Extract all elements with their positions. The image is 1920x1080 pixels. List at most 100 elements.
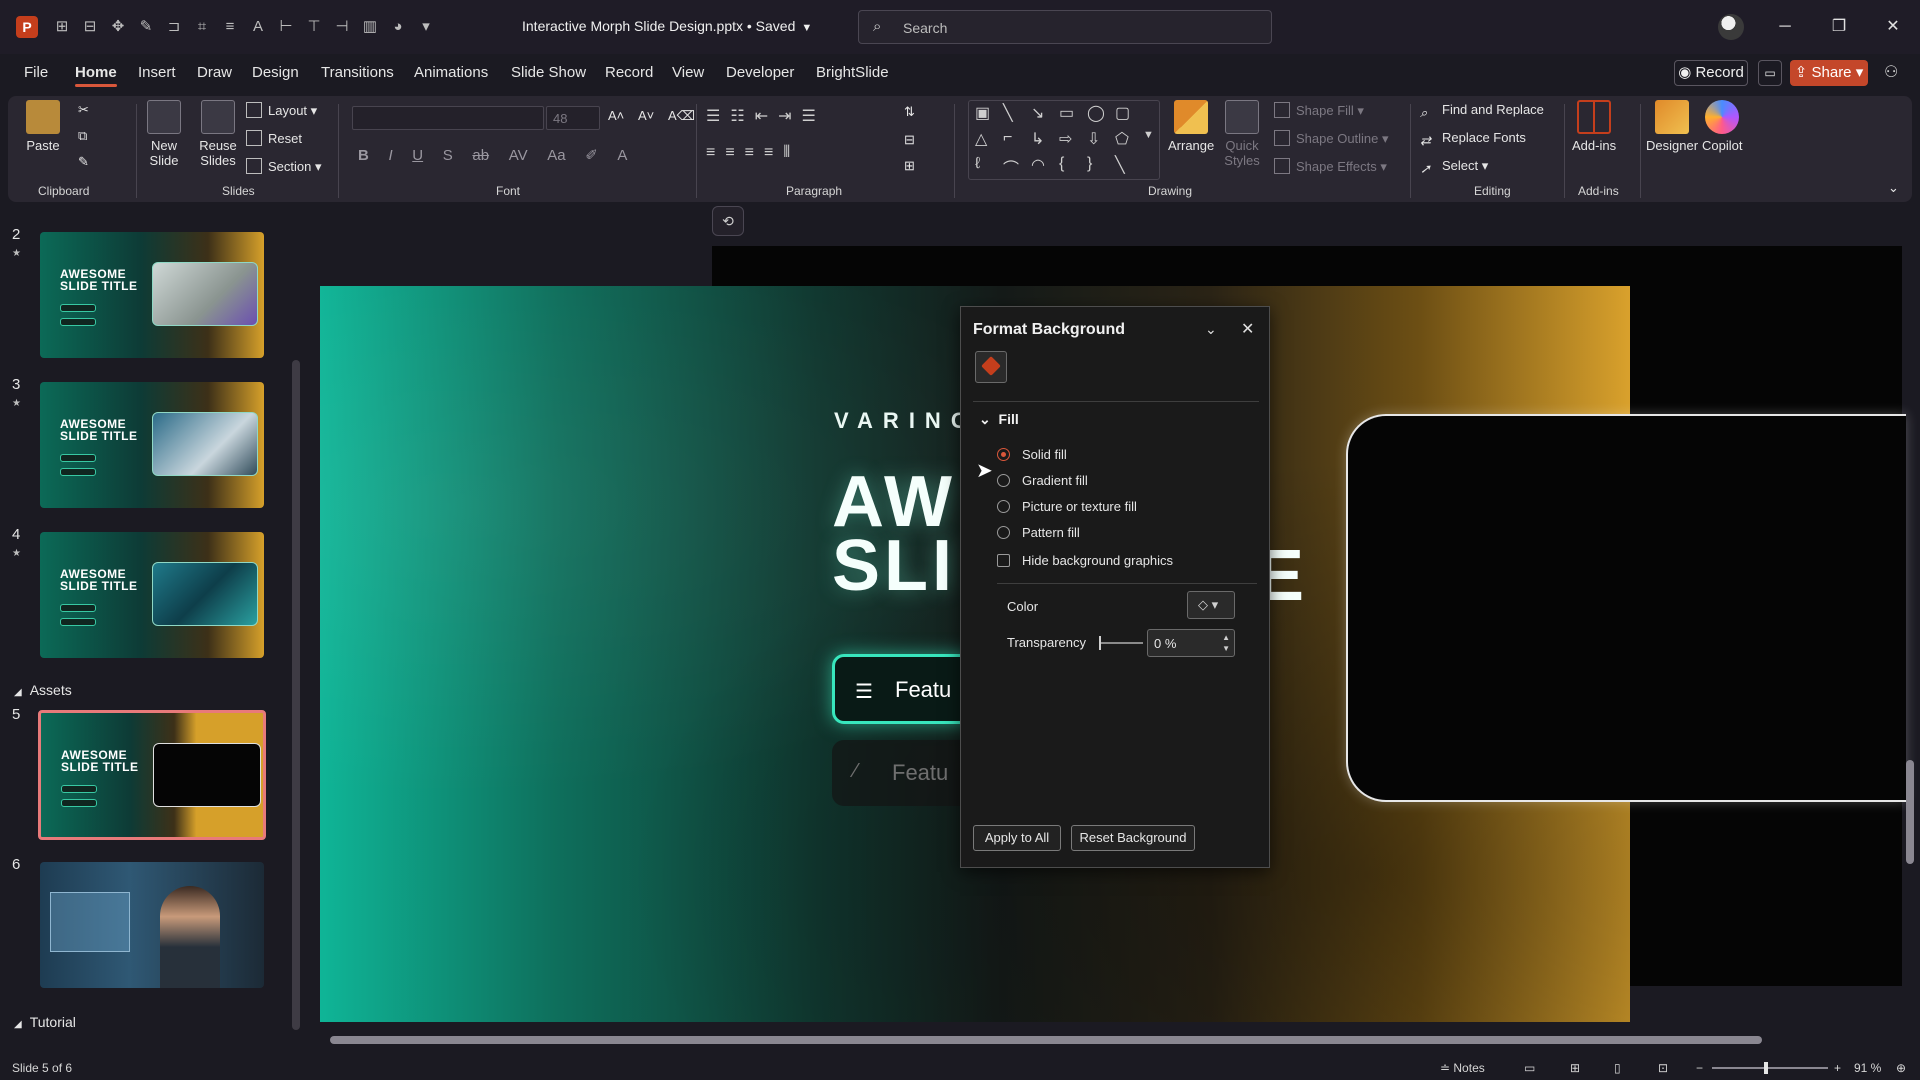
shadow-button[interactable]: S — [443, 147, 453, 164]
pattern-fill-option[interactable]: Pattern fill — [997, 525, 1080, 540]
slide-thumbnail-6[interactable] — [40, 862, 264, 988]
notes-button[interactable]: ≐ Notes — [1440, 1061, 1485, 1075]
distribute-v-icon[interactable]: ⊤ — [304, 16, 324, 38]
solid-fill-option[interactable]: Solid fill — [997, 447, 1067, 462]
change-case-button[interactable]: Aa — [547, 147, 565, 164]
slide-thumbnail-2[interactable]: AWESOME SLIDE TITLE — [40, 232, 264, 358]
arc-icon[interactable]: ◠ — [1031, 155, 1045, 175]
zoom-slider[interactable] — [1712, 1062, 1828, 1074]
elbow-icon[interactable]: ↳ — [1031, 129, 1044, 149]
zoom-level[interactable]: 91 % — [1854, 1061, 1881, 1075]
paste-button[interactable]: Paste — [26, 100, 60, 153]
fill-section-header[interactable]: ⌄ Fill — [979, 411, 1019, 428]
crop-icon[interactable]: ⌗ — [192, 16, 212, 38]
lines-icon[interactable]: ≡ — [220, 16, 240, 38]
copilot-float-icon[interactable]: ⟲ — [712, 206, 744, 236]
coauthor-icon[interactable]: ⚇ — [1884, 62, 1898, 82]
char-spacing-button[interactable]: AV — [509, 147, 528, 164]
shrink-font-icon[interactable]: A˅ — [638, 108, 654, 123]
slide-sorter-icon[interactable]: ⊞ — [1570, 1061, 1580, 1075]
addins-button[interactable]: Add-ins — [1572, 100, 1616, 153]
gradient-fill-option[interactable]: Gradient fill — [997, 473, 1088, 488]
tab-home[interactable]: Home — [75, 64, 117, 87]
minimize-icon[interactable]: ─ — [1770, 14, 1800, 40]
font-size-input[interactable]: 48 — [546, 106, 600, 130]
underline-button[interactable]: U — [412, 147, 423, 164]
highlight-icon[interactable]: ✐ — [585, 146, 598, 164]
triangle-icon[interactable]: △ — [975, 129, 987, 149]
quick-styles-button[interactable]: Quick Styles — [1222, 100, 1262, 168]
text-icon[interactable]: A — [248, 16, 268, 38]
copilot-button[interactable]: Copilot — [1702, 100, 1742, 153]
distribute-icon[interactable]: ⊢ — [276, 16, 296, 38]
magic-icon[interactable]: ✎ — [136, 16, 156, 38]
slide-thumbnail-3[interactable]: AWESOME SLIDE TITLE — [40, 382, 264, 508]
chevron-down-icon[interactable]: ⌄ — [1205, 321, 1217, 338]
right-arrow-icon[interactable]: ⇨ — [1059, 129, 1072, 149]
down-arrow-icon[interactable]: ⇩ — [1087, 129, 1100, 149]
comments-icon[interactable]: ▭ — [1758, 60, 1782, 86]
collapse-ribbon-icon[interactable]: ⌄ — [1888, 180, 1899, 196]
section-button[interactable]: Section ▾ — [246, 158, 322, 175]
tab-insert[interactable]: Insert — [138, 64, 176, 81]
shape-fill-button[interactable]: Shape Fill ▾ — [1274, 102, 1364, 119]
font-color-icon[interactable]: A — [617, 147, 627, 164]
reuse-slides-button[interactable]: Reuse Slides — [198, 100, 238, 168]
close-icon[interactable]: ✕ — [1241, 319, 1254, 339]
normal-view-icon[interactable]: ▭ — [1524, 1061, 1535, 1075]
document-title[interactable]: Interactive Morph Slide Design.pptx • Sa… — [522, 18, 812, 34]
right-brace-icon[interactable]: } — [1087, 155, 1092, 173]
rounded-rect-icon[interactable]: ▢ — [1115, 103, 1130, 123]
align-right-icon[interactable]: ⊣ — [332, 16, 352, 38]
tab-brightslide[interactable]: BrightSlide — [816, 64, 889, 81]
tab-slide-show[interactable]: Slide Show — [511, 64, 586, 81]
restore-icon[interactable]: ❐ — [1824, 14, 1854, 40]
diagonal-line-icon[interactable]: ╲ — [1115, 155, 1125, 175]
designer-button[interactable]: Designer — [1646, 100, 1698, 153]
replace-fonts-button[interactable]: ⇄ Replace Fonts — [1420, 130, 1526, 149]
curve-icon[interactable]: ⌒ — [1003, 155, 1019, 179]
reset-background-button[interactable]: Reset Background — [1071, 825, 1195, 851]
tab-animations[interactable]: Animations — [414, 64, 488, 81]
spinner-icon[interactable]: ▲ ▼ — [1222, 632, 1230, 654]
italic-button[interactable]: I — [388, 147, 392, 164]
chart-icon[interactable]: ▥ — [360, 16, 380, 38]
fill-tab-icon[interactable] — [975, 351, 1007, 383]
arrange-button[interactable]: Arrange — [1168, 100, 1214, 153]
cut-icon[interactable]: ✂ — [78, 102, 89, 118]
section-assets[interactable]: ◢ Assets — [14, 682, 72, 698]
select-button[interactable]: ➚ Select ▾ — [1420, 158, 1488, 177]
align-text-icon[interactable]: ⊟ — [904, 132, 915, 148]
avatar[interactable] — [1718, 14, 1744, 40]
reset-button[interactable]: Reset — [246, 130, 302, 146]
smartart-icon[interactable]: ⊞ — [904, 158, 915, 174]
thumbnail-scrollbar[interactable] — [292, 360, 300, 1030]
shapes-gallery[interactable]: ▣ ╲ ↘ ▭ ◯ ▢ △ ⌐ ↳ ⇨ ⇩ ⬠ ℓ ⌒ ◠ { } ╲ ▼ — [968, 100, 1160, 180]
tab-view[interactable]: View — [672, 64, 704, 81]
paragraph-align-row[interactable]: ≡≡≡≡⫴ — [706, 144, 800, 162]
paragraph-list-row[interactable]: ☰☷⇤⇥☰ — [706, 106, 826, 126]
clear-format-icon[interactable]: A⌫ — [668, 108, 695, 124]
color-picker-button[interactable]: ◇ ▾ — [1187, 591, 1235, 619]
layout-button[interactable]: Layout ▾ — [246, 102, 317, 119]
fit-slide-icon[interactable]: ⊕ — [1896, 1061, 1906, 1075]
slide-title[interactable]: AW SLI — [832, 466, 956, 602]
close-icon[interactable]: ✕ — [1878, 14, 1908, 40]
pin-icon[interactable]: ⊞ — [52, 16, 72, 38]
format-painter-icon[interactable]: ✎ — [78, 154, 89, 170]
morph-icon[interactable]: ✥ — [108, 16, 128, 38]
search-box[interactable]: ⌕ Search — [858, 10, 1272, 44]
strikethrough-button[interactable]: ab — [472, 147, 489, 164]
horizontal-scrollbar[interactable] — [330, 1036, 1762, 1044]
connector-icon[interactable]: ⌐ — [1003, 129, 1012, 147]
reading-view-icon[interactable]: ▯ — [1614, 1061, 1621, 1075]
shape-effects-button[interactable]: Shape Effects ▾ — [1274, 158, 1387, 175]
pentagon-icon[interactable]: ⬠ — [1115, 129, 1129, 149]
slide-thumbnail-4[interactable]: AWESOME SLIDE TITLE — [40, 532, 264, 658]
tab-design[interactable]: Design — [252, 64, 299, 81]
new-slide-button[interactable]: New Slide — [144, 100, 184, 168]
find-replace-button[interactable]: ⌕ Find and Replace — [1420, 102, 1544, 121]
hide-graphics-checkbox[interactable]: Hide background graphics — [997, 553, 1173, 568]
section-tutorial[interactable]: ◢ Tutorial — [14, 1014, 76, 1030]
vertical-scrollbar[interactable] — [1906, 760, 1914, 864]
